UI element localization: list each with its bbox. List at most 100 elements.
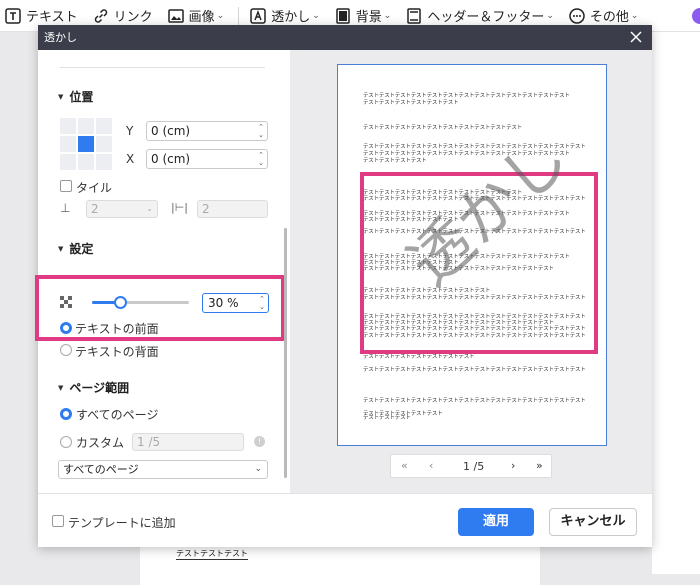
stepper-icon[interactable]: ⌃ ⌄ (258, 123, 264, 139)
toolbar-text-label: テキスト (26, 10, 78, 25)
y-label: Y (126, 124, 134, 138)
chevron-down-icon: ⌄ (383, 10, 392, 21)
horizontal-spacing-input[interactable]: 2 (197, 200, 268, 218)
settings-section-header[interactable]: ▼ 設定 (58, 240, 93, 257)
layer-front-radio[interactable] (60, 322, 72, 334)
layer-back-label: テキストの背面 (75, 345, 159, 359)
page-subset-value: すべてのページ (63, 463, 139, 476)
vertical-spacing-icon: ⊥ (60, 201, 71, 215)
vertical-spacing-value: 2 (91, 202, 99, 216)
page-range-heading: ページ範囲 (69, 381, 130, 395)
dialog-title: 透かし (38, 25, 652, 50)
stepper-icon[interactable]: ⌃ ⌄ (259, 295, 265, 311)
toolbar-image-button[interactable]: 画像 ⌄ (167, 6, 225, 25)
tile-label: タイル (76, 181, 113, 195)
page-range-section-header[interactable]: ▼ ページ範囲 (58, 379, 129, 396)
info-icon[interactable]: ! (254, 436, 265, 447)
layer-front-label: テキストの前面 (75, 322, 159, 336)
horizontal-spacing-value: 2 (202, 202, 210, 216)
horizontal-spacing-icon: |⊢| (171, 201, 188, 214)
preview-text-line: テストテストテストテスト (363, 158, 427, 164)
preview-text-line: テストテストテストテストテストテストテストテストテストテストテストテストテストテ… (363, 398, 586, 404)
settings-heading: 設定 (69, 242, 94, 256)
previous-page-button[interactable]: ‹ (429, 459, 433, 472)
avatar[interactable] (692, 8, 700, 24)
add-template-label: テンプレートに追加 (68, 516, 176, 530)
stepper-icon[interactable]: ⌃ ⌄ (258, 151, 264, 167)
cancel-button[interactable]: キャンセル (549, 508, 637, 536)
toolbar-header-footer-button[interactable]: ヘッダー＆フッター ⌄ (405, 6, 554, 25)
position-heading: 位置 (69, 90, 94, 104)
chevron-down-icon: ⌄ (146, 204, 153, 213)
position-cell[interactable] (60, 154, 76, 170)
toolbar-watermark-label: 透かし (271, 10, 311, 25)
toolbar-link-button[interactable]: リンク (92, 6, 153, 25)
toolbar-background-button[interactable]: 背景 ⌄ (334, 6, 392, 25)
preview-text-line: テストテストテストテストテストテスト (363, 100, 459, 106)
toolbar-header-footer-label: ヘッダー＆フッター (427, 10, 545, 25)
position-grid[interactable] (60, 118, 112, 170)
toolbar-watermark-button[interactable]: 透かし ⌄ (249, 6, 320, 25)
tile-checkbox[interactable] (60, 180, 72, 192)
x-label: X (126, 152, 135, 166)
settings-scrollbar[interactable] (284, 228, 287, 478)
next-page-button[interactable]: › (511, 459, 515, 472)
all-pages-label: すべてのページ (76, 408, 159, 422)
background-document-text: テストテストテスト (176, 549, 248, 560)
toolbar-text-button[interactable]: テキスト (4, 6, 78, 25)
all-pages-radio[interactable] (60, 408, 72, 420)
chevron-down-icon: ⌄ (546, 10, 554, 21)
toolbar-link-label: リンク (113, 10, 153, 25)
toolbar-image-label: 画像 (188, 10, 215, 25)
preview-text-line: テストテストテスト (363, 415, 411, 421)
custom-range-value: 1 /5 (137, 435, 161, 449)
position-cell[interactable] (96, 154, 112, 170)
close-icon[interactable] (628, 29, 644, 45)
position-cell[interactable] (78, 118, 94, 134)
divider (60, 67, 265, 68)
layer-back-radio[interactable] (60, 344, 72, 356)
link-icon (92, 7, 110, 25)
settings-pane (38, 50, 290, 493)
vertical-spacing-input[interactable]: 2 ⌄ (86, 200, 158, 218)
toolbar-divider (238, 6, 240, 25)
position-cell[interactable] (96, 136, 112, 152)
preview-text-line: テストテストテストテストテストテストテストテストテストテストテストテストテストテ… (363, 367, 586, 373)
text-icon (4, 7, 22, 25)
y-offset-input[interactable]: 0 (cm) ⌃ ⌄ (146, 121, 268, 141)
custom-range-input[interactable]: 1 /5 (132, 433, 244, 451)
more-icon (568, 7, 586, 25)
custom-range-radio[interactable] (60, 436, 72, 448)
page-subset-select[interactable]: すべてのページ ⌄ (58, 460, 268, 479)
position-cell[interactable] (60, 118, 76, 134)
position-cell[interactable] (78, 154, 94, 170)
x-offset-value: 0 (cm) (151, 152, 191, 166)
page-navigator: « ‹ 1 /5 › » (390, 454, 552, 478)
add-template-checkbox[interactable] (52, 515, 64, 527)
position-section-header[interactable]: ▼ 位置 (58, 88, 93, 105)
page-indicator: 1 /5 (463, 460, 485, 473)
collapse-triangle-icon: ▼ (58, 383, 64, 392)
position-cell[interactable] (96, 118, 112, 134)
chevron-down-icon: ⌄ (216, 10, 225, 21)
opacity-icon (60, 296, 74, 313)
last-page-button[interactable]: » (536, 459, 543, 472)
toolbar-more-button[interactable]: その他 ⌄ (568, 6, 638, 25)
apply-button[interactable]: 適用 (458, 508, 534, 536)
position-cell[interactable] (60, 136, 76, 152)
background-panel (652, 32, 700, 574)
watermark-icon (249, 7, 267, 25)
chevron-down-icon: ⌄ (254, 464, 262, 474)
first-page-button[interactable]: « (401, 459, 408, 472)
y-offset-value: 0 (cm) (151, 124, 191, 138)
collapse-triangle-icon: ▼ (58, 92, 64, 101)
position-cell-selected[interactable] (78, 136, 94, 152)
toolbar-background-label: 背景 (355, 10, 382, 25)
preview-text-line: テストテストテストテストテストテストテストテストテストテスト (363, 125, 523, 131)
image-icon (167, 7, 185, 25)
opacity-input[interactable]: 30 % ⌃ ⌄ (202, 293, 269, 313)
opacity-slider-thumb[interactable] (114, 296, 128, 309)
opacity-value: 30 % (208, 296, 239, 310)
x-offset-input[interactable]: 0 (cm) ⌃ ⌄ (146, 149, 268, 169)
chevron-down-icon: ⌄ (312, 10, 320, 21)
